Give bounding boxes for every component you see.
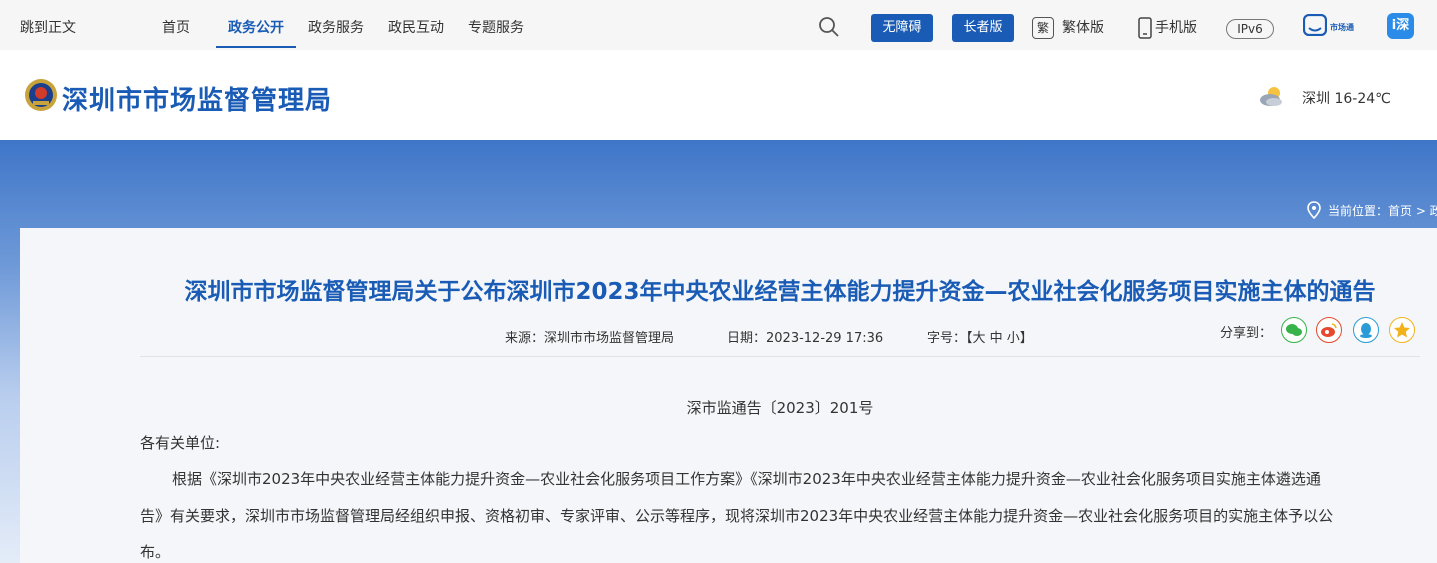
meta-divider bbox=[140, 356, 1420, 357]
share-wechat-icon[interactable] bbox=[1281, 317, 1307, 343]
site-title[interactable]: 深圳市市场监督管理局 bbox=[62, 80, 332, 117]
document-number: 深市监通告〔2023〕201号 bbox=[686, 399, 874, 417]
article-date: 日期：2023-12-29 17:36 bbox=[727, 331, 884, 346]
nav-government-services[interactable]: 政务服务 bbox=[308, 0, 364, 50]
nav-home[interactable]: 首页 bbox=[162, 0, 190, 50]
traditional-chinese-icon: 繁 bbox=[1032, 17, 1054, 39]
nav-active-indicator bbox=[216, 46, 296, 48]
market-app-label: 市场通 bbox=[1330, 23, 1354, 32]
top-bar: 跳到正文 首页 政务公开 政务服务 政民互动 专题服务 无障碍 长者版 繁 繁体… bbox=[0, 0, 1437, 50]
police-emblem-logo-icon bbox=[25, 79, 57, 111]
article-title: 深圳市市场监督管理局关于公布深圳市2023年中央农业经营主体能力提升资金—农业社… bbox=[184, 279, 1376, 305]
mobile-version-link[interactable]: 手机版 bbox=[1155, 0, 1197, 50]
skip-to-content-link[interactable]: 跳到正文 bbox=[20, 0, 76, 50]
weather-text: 深圳 16-24℃ bbox=[1302, 91, 1391, 107]
body-line-1: 根据《深圳市2023年中央农业经营主体能力提升资金—农业社会化服务项目工作方案》… bbox=[172, 470, 1321, 488]
market-app-icon[interactable] bbox=[1303, 14, 1327, 36]
article-source: 来源：深圳市市场监督管理局 bbox=[505, 331, 675, 346]
share-label: 分享到： bbox=[1220, 326, 1273, 341]
mobile-phone-icon bbox=[1138, 17, 1152, 39]
salutation: 各有关单位: bbox=[140, 434, 221, 452]
location-pin-icon bbox=[1307, 201, 1321, 219]
cloudy-weather-icon bbox=[1260, 87, 1282, 106]
ipv6-badge: IPv6 bbox=[1226, 19, 1274, 39]
i-shenzhen-app-icon[interactable]: i深 bbox=[1387, 13, 1414, 39]
search-icon[interactable] bbox=[818, 16, 840, 38]
traditional-chinese-link[interactable]: 繁体版 bbox=[1062, 0, 1104, 50]
body-line-2: 告》有关要求，深圳市市场监督管理局经组织申报、资格初审、专家评审、公示等程序，现… bbox=[140, 507, 1334, 525]
breadcrumb[interactable]: 当前位置：首页 > 政 bbox=[1328, 202, 1437, 219]
share-weibo-icon[interactable] bbox=[1316, 317, 1342, 343]
font-size-selector[interactable]: 字号：【大 中 小】 bbox=[927, 327, 1033, 346]
body-line-3: 布。 bbox=[140, 543, 171, 561]
nav-government-affairs-public[interactable]: 政务公开 bbox=[228, 0, 284, 50]
nav-special-services[interactable]: 专题服务 bbox=[468, 0, 524, 50]
share-qq-icon[interactable] bbox=[1353, 317, 1379, 343]
elderly-mode-button[interactable]: 长者版 bbox=[952, 14, 1014, 42]
nav-public-interaction[interactable]: 政民互动 bbox=[388, 0, 444, 50]
accessibility-button[interactable]: 无障碍 bbox=[871, 14, 933, 42]
share-qzone-icon[interactable] bbox=[1389, 317, 1415, 343]
site-header: 深圳市市场监督管理局 深圳 16-24℃ bbox=[0, 50, 1437, 140]
